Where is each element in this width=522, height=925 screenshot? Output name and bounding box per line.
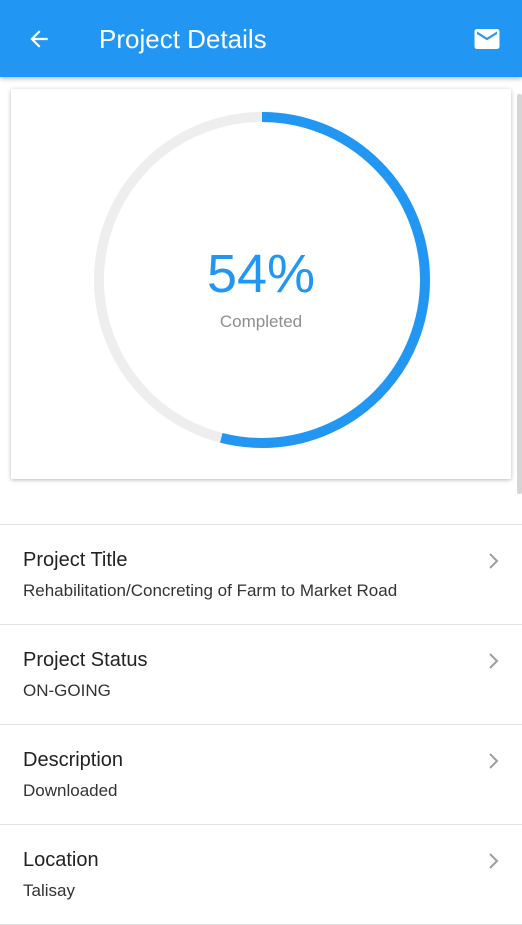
detail-value: Downloaded — [23, 781, 118, 800]
progress-percent: 54% — [206, 244, 316, 304]
progress-label: Completed — [219, 312, 303, 331]
detail-value: Talisay — [23, 881, 75, 900]
detail-label: Project Status — [23, 649, 148, 671]
detail-value: ON-GOING — [23, 681, 111, 700]
detail-label: Location — [23, 849, 99, 871]
scrollbar[interactable] — [517, 94, 522, 494]
chevron-right-icon — [489, 553, 499, 569]
detail-label: Project Title — [23, 549, 128, 571]
detail-row-description[interactable]: Description Downloaded — [0, 725, 522, 825]
app-bar: Project Details — [0, 0, 522, 77]
mail-icon — [474, 29, 500, 49]
detail-row-project-title[interactable]: Project Title Rehabilitation/Concreting … — [0, 525, 522, 625]
chevron-right-icon — [489, 753, 499, 769]
detail-value: Rehabilitation/Concreting of Farm to Mar… — [23, 581, 398, 600]
chevron-right-icon — [489, 653, 499, 669]
content-area[interactable]: 54% Completed Project Title Rehabilitati… — [0, 77, 522, 925]
arrow-back-icon — [30, 30, 48, 48]
progress-card: 54% Completed — [11, 89, 511, 479]
detail-label: Description — [23, 749, 124, 771]
page-title: Project Details — [99, 24, 267, 54]
detail-row-location[interactable]: Location Talisay — [0, 825, 522, 925]
detail-row-project-status[interactable]: Project Status ON-GOING — [0, 625, 522, 725]
details-list: Project Title Rehabilitation/Concreting … — [0, 524, 522, 925]
back-button[interactable] — [20, 20, 58, 58]
chevron-right-icon — [489, 853, 499, 869]
mail-button[interactable] — [470, 22, 504, 56]
